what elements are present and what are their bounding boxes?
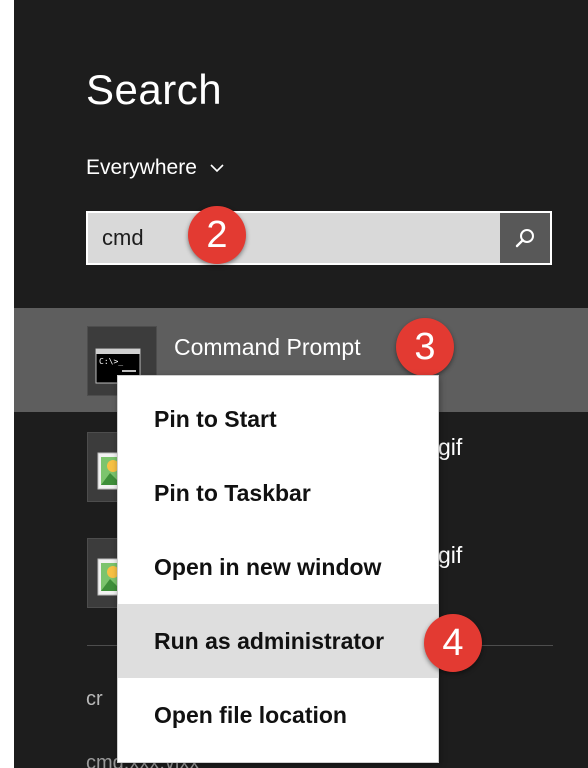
context-menu: Pin to Start Pin to Taskbar Open in new …	[117, 375, 439, 763]
step-4-badge: 4	[424, 614, 482, 672]
chevron-down-icon	[210, 164, 224, 173]
menu-item-pin-to-taskbar[interactable]: Pin to Taskbar	[118, 456, 438, 530]
menu-item-pin-to-start[interactable]: Pin to Start	[118, 382, 438, 456]
partial-result-text: cr	[86, 688, 103, 710]
search-button[interactable]	[500, 213, 550, 263]
result-label: Command Prompt	[174, 334, 361, 360]
search-scope-label: Everywhere	[86, 156, 197, 179]
menu-item-open-file-location[interactable]: Open file location	[118, 678, 438, 752]
step-2-badge: 2	[188, 206, 246, 264]
svg-text:C:\>_: C:\>_	[99, 357, 123, 366]
search-scope-dropdown[interactable]: Everywhere	[86, 156, 225, 180]
search-input[interactable]	[88, 213, 498, 263]
search-box	[86, 211, 552, 265]
menu-item-run-as-administrator[interactable]: Run as administrator	[118, 604, 438, 678]
result-label: gif	[438, 434, 463, 460]
search-icon	[515, 229, 534, 248]
search-title: Search	[86, 66, 223, 113]
result-label: gif	[438, 542, 463, 568]
menu-item-open-in-new-window[interactable]: Open in new window	[118, 530, 438, 604]
step-3-badge: 3	[396, 318, 454, 376]
